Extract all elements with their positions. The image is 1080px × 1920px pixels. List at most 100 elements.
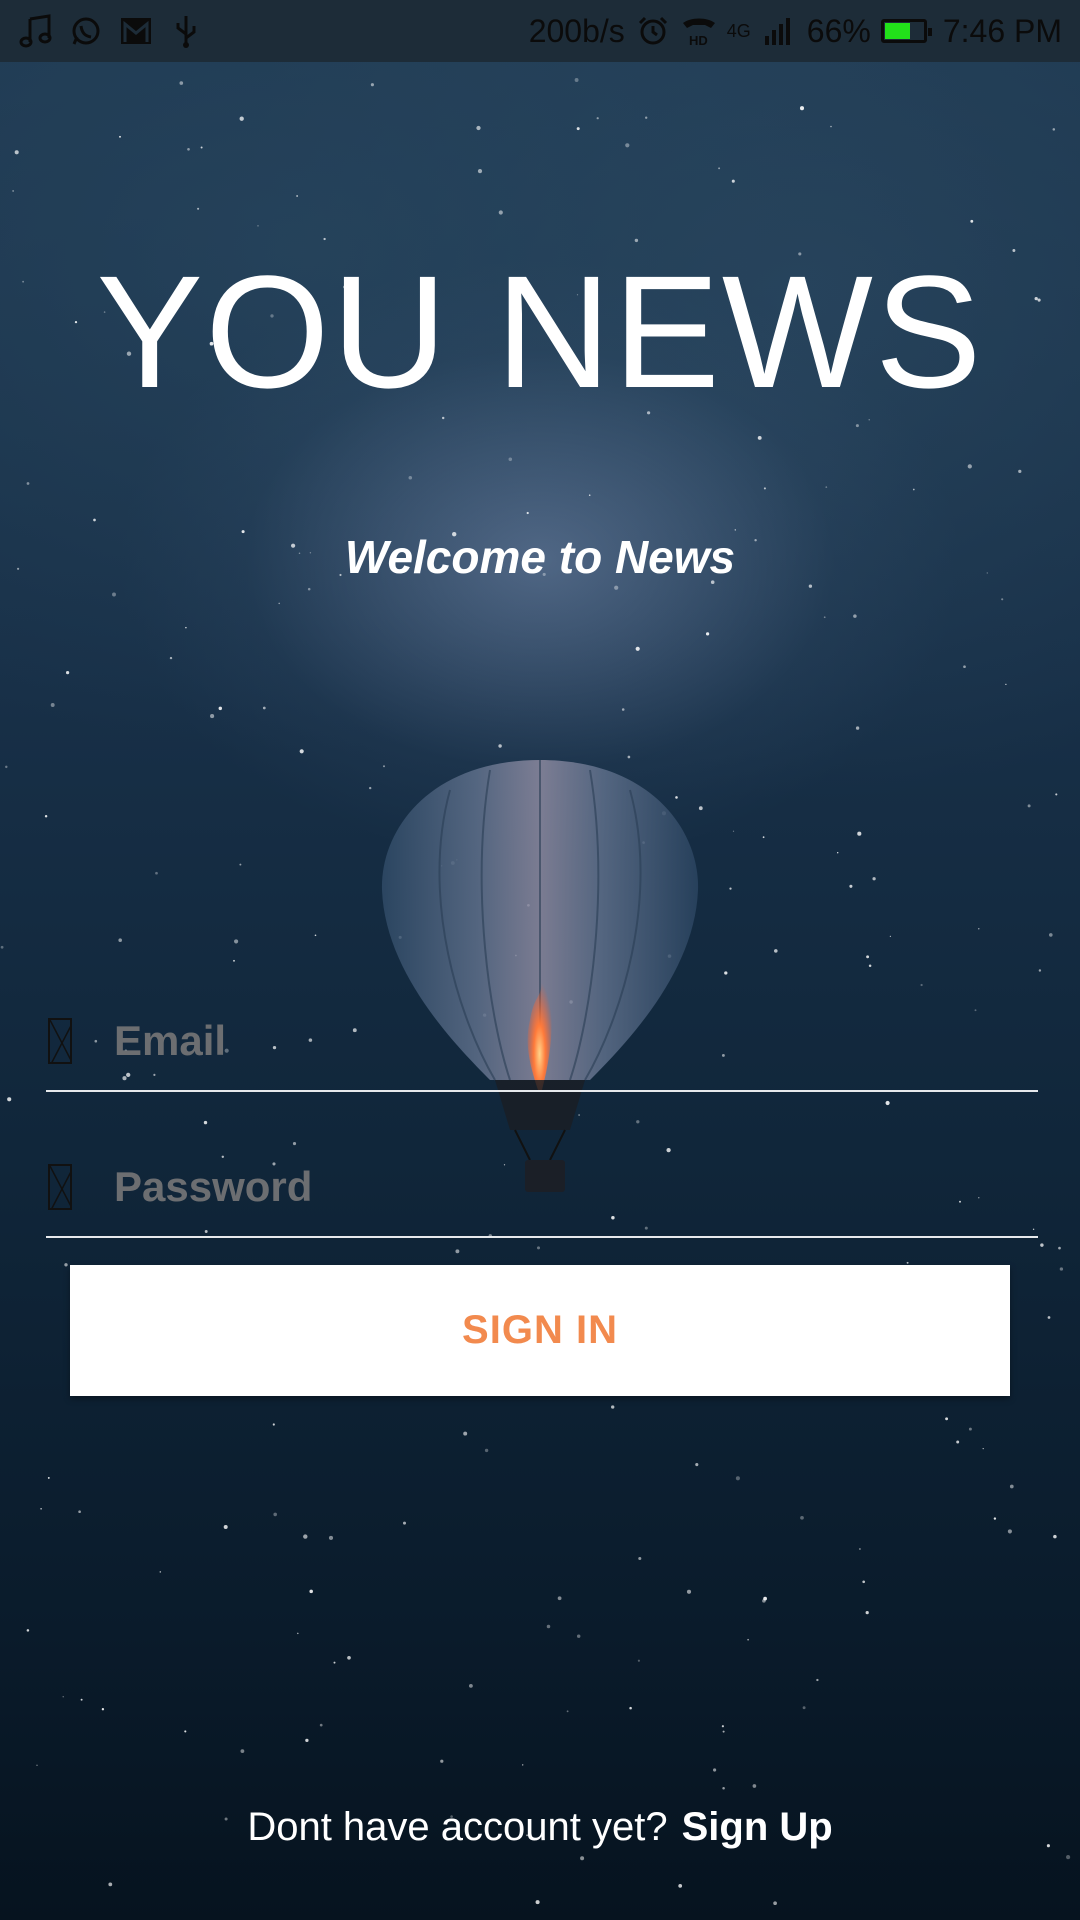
- star: [637, 1659, 640, 1662]
- star: [566, 1710, 569, 1713]
- star: [498, 210, 503, 215]
- star: [1007, 1529, 1012, 1534]
- star: [920, 983, 923, 987]
- star: [319, 1723, 323, 1727]
- star: [233, 959, 235, 962]
- star: [155, 871, 158, 875]
- star: [299, 749, 304, 754]
- star: [713, 1768, 717, 1772]
- star: [752, 1784, 757, 1788]
- sign-up-link[interactable]: Sign Up: [682, 1805, 833, 1849]
- star: [455, 1249, 460, 1254]
- star: [993, 1517, 997, 1520]
- signup-prompt-text: Dont have account yet?: [247, 1805, 668, 1849]
- star: [868, 964, 872, 967]
- star: [576, 1634, 581, 1638]
- star: [159, 1571, 162, 1573]
- battery-icon: [880, 19, 932, 43]
- star: [239, 863, 242, 866]
- sign-in-button[interactable]: SIGN IN: [70, 1265, 1010, 1396]
- star: [307, 587, 311, 591]
- star: [956, 1440, 960, 1444]
- star: [118, 938, 122, 942]
- star: [638, 1556, 642, 1561]
- star: [858, 1548, 861, 1550]
- star: [239, 116, 244, 121]
- star: [468, 1683, 473, 1688]
- usb-icon: [168, 13, 204, 49]
- star: [596, 117, 599, 120]
- star: [857, 831, 862, 836]
- star: [967, 464, 972, 469]
- star: [722, 1787, 725, 1790]
- star: [1058, 1246, 1061, 1250]
- star: [747, 1638, 749, 1641]
- star: [408, 476, 413, 480]
- star: [614, 585, 619, 590]
- whatsapp-icon: [68, 13, 104, 49]
- star: [763, 487, 766, 490]
- star: [62, 1696, 64, 1698]
- star: [185, 626, 187, 629]
- star: [40, 1508, 42, 1510]
- star: [645, 116, 648, 119]
- star: [1055, 793, 1058, 796]
- star: [262, 706, 266, 710]
- star: [309, 1589, 313, 1594]
- star: [722, 1730, 725, 1733]
- star: [187, 147, 190, 151]
- star: [80, 1698, 83, 1701]
- star: [912, 488, 915, 491]
- star: [463, 1431, 468, 1436]
- star: [1052, 128, 1056, 131]
- star: [240, 1749, 245, 1753]
- star: [686, 1589, 692, 1594]
- hd-call-icon: HD: [681, 13, 717, 49]
- star: [721, 1725, 724, 1728]
- password-input[interactable]: [114, 1163, 914, 1211]
- star: [14, 150, 19, 155]
- star: [303, 1534, 308, 1539]
- star: [982, 1447, 984, 1450]
- star: [273, 1512, 278, 1517]
- star: [762, 836, 765, 839]
- star: [508, 457, 513, 462]
- star: [830, 125, 832, 128]
- star: [101, 1708, 105, 1711]
- clock: 7:46 PM: [942, 12, 1062, 49]
- star: [635, 646, 640, 651]
- star: [629, 1706, 632, 1710]
- star: [773, 1901, 777, 1906]
- signup-prompt: Dont have account yet? Sign Up: [0, 1805, 1080, 1850]
- email-input[interactable]: [114, 1017, 914, 1065]
- star: [535, 1900, 540, 1905]
- star: [963, 665, 966, 669]
- star: [906, 1261, 909, 1264]
- star: [1038, 969, 1042, 972]
- star: [5, 765, 8, 769]
- star: [36, 1764, 38, 1767]
- alarm-icon: [635, 13, 671, 49]
- star: [296, 195, 298, 197]
- star: [526, 511, 529, 515]
- star: [234, 939, 239, 944]
- battery-level: [884, 23, 910, 39]
- star: [732, 830, 735, 832]
- status-bar: 200b/s HD 4G 66% 7:46 PM: [0, 0, 1080, 62]
- star: [370, 83, 374, 87]
- star: [297, 1632, 299, 1635]
- star: [26, 1629, 30, 1632]
- star: [272, 1423, 275, 1426]
- star: [1059, 1267, 1064, 1271]
- star: [47, 1476, 50, 1479]
- email-field-row: [46, 992, 1038, 1092]
- star: [78, 1510, 81, 1514]
- star: [347, 1655, 351, 1660]
- star: [314, 934, 317, 937]
- battery-percent: 66%: [806, 12, 871, 49]
- svg-text:HD: HD: [689, 33, 708, 47]
- star: [179, 81, 184, 85]
- star: [970, 219, 974, 223]
- star: [12, 190, 14, 192]
- star: [724, 971, 728, 975]
